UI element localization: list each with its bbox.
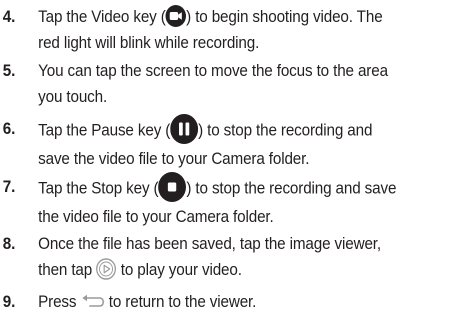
step-number: 7. [2,178,16,196]
pause-icon [170,114,199,144]
step-number: 8. [2,235,16,253]
play-icon [96,257,117,280]
stop-icon [158,172,187,202]
step-text: Tap the Stop key () to stop the recordin… [38,172,467,230]
step-text: Once the file has been saved, tap the im… [38,235,381,280]
step-number: 9. [2,293,16,311]
back-arrow-icon [81,294,105,308]
step-number: 5. [2,62,16,80]
step-text: Tap the Pause key () to stop the recordi… [38,114,467,172]
step-text: You can tap the screen to move the focus… [38,62,388,106]
step-number: 4. [2,8,16,26]
video-camera-icon [165,4,187,27]
step-text: Press to return to the viewer. [38,293,257,311]
step-number: 6. [2,120,16,138]
step-text: Tap the Video key () to begin shooting v… [38,4,467,56]
